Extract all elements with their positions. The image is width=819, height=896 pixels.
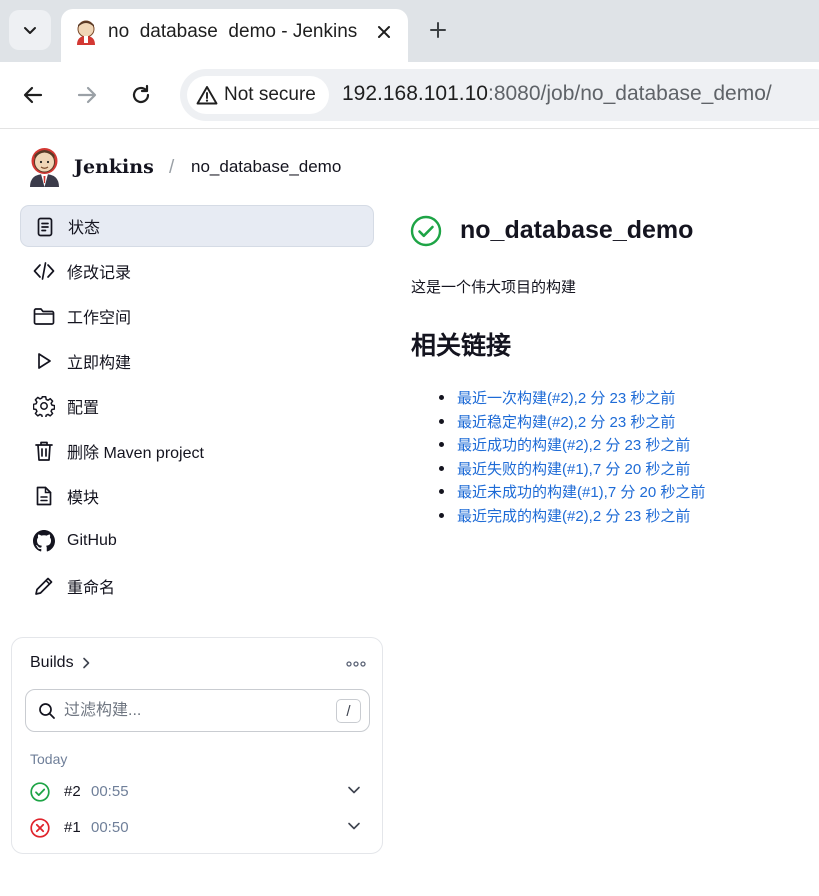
arrow-left-icon (23, 86, 43, 104)
build-time: 00:55 (91, 783, 129, 800)
builds-more-button[interactable] (346, 655, 366, 673)
sidebar-item-delete[interactable]: 删除 Maven project (20, 430, 374, 472)
search-icon (39, 703, 55, 719)
url-text[interactable]: 192.168.101.10:8080/job/no_database_demo… (342, 82, 772, 106)
arrow-right-icon (77, 86, 97, 104)
status-document-icon (34, 216, 56, 238)
builds-group-label: Today (30, 751, 68, 767)
build-row-2[interactable]: #2 00:55 (20, 775, 375, 809)
folder-icon (33, 305, 55, 327)
build-time: 00:50 (91, 819, 129, 836)
sidebar-item-status[interactable]: 状态 (20, 205, 374, 247)
builds-title: Builds (30, 654, 74, 671)
trash-icon (33, 440, 55, 462)
list-item: 最近一次构建(#2),2 分 23 秒之前 (439, 387, 705, 411)
more-icon (346, 661, 366, 667)
job-description: 这是一个伟大项目的构建 (411, 279, 577, 296)
jenkins-brand[interactable]: Jenkins (74, 156, 154, 178)
builds-panel: Builds / Today #2 00:55 #1 00:50 (11, 637, 383, 854)
jenkins-favicon-icon (77, 20, 95, 45)
permalink-last-completed[interactable]: 最近完成的构建(#2),2 分 23 秒之前 (457, 508, 690, 525)
permalink-last-unsuccessful[interactable]: 最近未成功的构建(#1),7 分 20 秒之前 (457, 484, 705, 501)
failed-status-icon (30, 818, 50, 838)
build-number: #2 (64, 783, 81, 800)
chevron-right-icon (82, 657, 89, 669)
back-button[interactable] (18, 80, 48, 110)
sidebar-item-modules[interactable]: 模块 (20, 475, 374, 517)
url-path: :8080/job/no_database_demo/ (487, 82, 772, 105)
sidebar-item-changes[interactable]: 修改记录 (20, 250, 374, 292)
chevron-down-icon[interactable] (347, 785, 361, 795)
sidebar-item-configure[interactable]: 配置 (20, 385, 374, 427)
build-filter-input[interactable] (64, 699, 324, 723)
tab-title: no database demo - Jenkins (108, 21, 358, 42)
breadcrumb-job[interactable]: no_database_demo (191, 157, 341, 177)
list-item: 最近未成功的构建(#1),7 分 20 秒之前 (439, 481, 705, 505)
sidebar-item-build-now[interactable]: 立即构建 (20, 340, 374, 382)
security-label: Not secure (224, 84, 316, 105)
gear-icon (33, 395, 55, 417)
plus-icon (430, 22, 446, 38)
job-success-status-icon (410, 215, 442, 247)
url-host: 192.168.101.10 (342, 82, 488, 105)
builds-title-link[interactable]: Builds (30, 654, 91, 672)
browser-toolbar: Not secure 192.168.101.10:8080/job/no_da… (0, 62, 819, 129)
address-bar[interactable]: Not secure 192.168.101.10:8080/job/no_da… (180, 69, 819, 121)
sidebar-item-github[interactable]: GitHub (20, 520, 374, 562)
reload-icon (132, 84, 150, 104)
warning-icon (196, 86, 218, 105)
list-item: 最近稳定构建(#2),2 分 23 秒之前 (439, 411, 705, 435)
permalinks-heading: 相关链接 (411, 332, 512, 360)
document-icon (33, 485, 55, 507)
filter-shortcut-hint: / (336, 699, 361, 723)
pencil-icon (33, 575, 55, 597)
sidebar-item-label: GitHub (67, 532, 117, 549)
permalink-last-failed[interactable]: 最近失败的构建(#1),7 分 20 秒之前 (457, 461, 690, 478)
page-title: no_database_demo (460, 216, 694, 244)
list-item: 最近失败的构建(#1),7 分 20 秒之前 (439, 458, 705, 482)
permalink-last-stable[interactable]: 最近稳定构建(#2),2 分 23 秒之前 (457, 414, 675, 431)
chevron-down-icon[interactable] (347, 821, 361, 831)
chevron-down-icon (24, 27, 36, 34)
sidebar-item-label: 重命名 (67, 580, 116, 597)
breadcrumb-separator: / (169, 157, 175, 178)
tab-close-button[interactable] (371, 19, 397, 45)
github-icon (33, 530, 55, 552)
sidebar-item-label: 配置 (67, 400, 100, 417)
jenkins-header: Jenkins / no_database_demo (0, 130, 819, 202)
close-icon (378, 26, 390, 38)
browser-tab-strip: no database demo - Jenkins (0, 0, 819, 62)
sidebar-item-label: 工作空间 (67, 310, 132, 327)
permalink-last-build[interactable]: 最近一次构建(#2),2 分 23 秒之前 (457, 390, 675, 407)
permalinks-list: 最近一次构建(#2),2 分 23 秒之前 最近稳定构建(#2),2 分 23 … (439, 387, 705, 529)
sidebar-item-label: 删除 Maven project (67, 445, 204, 462)
list-item: 最近成功的构建(#2),2 分 23 秒之前 (439, 434, 705, 458)
sidebar-item-workspace[interactable]: 工作空间 (20, 295, 374, 337)
build-row-1[interactable]: #1 00:50 (20, 811, 375, 845)
new-tab-button[interactable] (423, 15, 453, 45)
build-number: #1 (64, 819, 81, 836)
sidebar-item-label: 修改记录 (67, 265, 132, 282)
browser-tab-active[interactable]: no database demo - Jenkins (61, 9, 408, 62)
sidebar-item-label: 模块 (67, 490, 100, 507)
sidebar-item-rename[interactable]: 重命名 (20, 565, 374, 607)
security-indicator[interactable]: Not secure (187, 76, 329, 114)
code-icon (33, 260, 55, 282)
permalink-last-successful[interactable]: 最近成功的构建(#2),2 分 23 秒之前 (457, 437, 690, 454)
reload-button[interactable] (126, 80, 156, 110)
success-status-icon (30, 782, 50, 802)
sidebar-item-label: 状态 (68, 220, 101, 237)
list-item: 最近完成的构建(#2),2 分 23 秒之前 (439, 505, 705, 529)
tab-search-button[interactable] (9, 10, 51, 50)
sidebar-item-label: 立即构建 (67, 355, 132, 372)
build-filter: / (25, 689, 370, 732)
forward-button[interactable] (72, 80, 102, 110)
play-icon (33, 350, 55, 372)
jenkins-logo-icon[interactable] (28, 147, 61, 187)
